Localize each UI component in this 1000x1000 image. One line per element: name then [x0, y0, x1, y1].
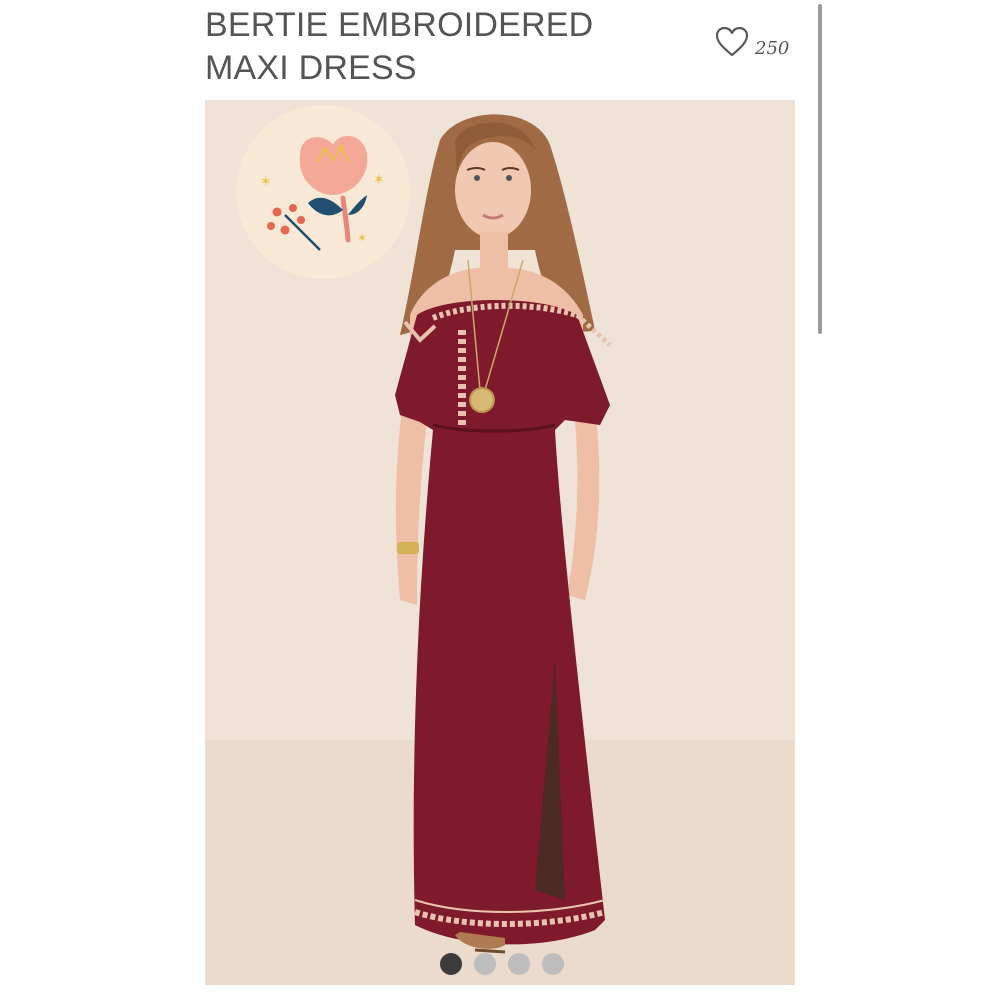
svg-text:✶: ✶: [357, 231, 367, 245]
carousel-pagination: [440, 953, 564, 975]
heart-outline-icon: [715, 26, 749, 63]
svg-text:✶: ✶: [373, 172, 385, 188]
carousel-dot-4[interactable]: [542, 953, 564, 975]
product-title: BERTIE EMBROIDERED MAXI DRESS: [205, 4, 665, 90]
svg-text:✶: ✶: [260, 174, 272, 190]
carousel-dot-2[interactable]: [474, 953, 496, 975]
flower-illustration-icon: ✶ ✶ ✶: [236, 105, 410, 279]
product-title-line-1: BERTIE EMBROIDERED: [205, 6, 594, 44]
favorite-count: 250: [755, 37, 790, 59]
product-screen: BERTIE EMBROIDERED MAXI DRESS 250 ✶ ✶ ✶: [0, 0, 1000, 1000]
carousel-dot-1[interactable]: [440, 953, 462, 975]
scrollbar[interactable]: [818, 4, 822, 334]
favorite-button[interactable]: 250: [715, 24, 789, 64]
carousel-dot-3[interactable]: [508, 953, 530, 975]
product-image[interactable]: ✶ ✶ ✶: [205, 100, 795, 985]
product-title-line-2: MAXI DRESS: [205, 49, 417, 87]
